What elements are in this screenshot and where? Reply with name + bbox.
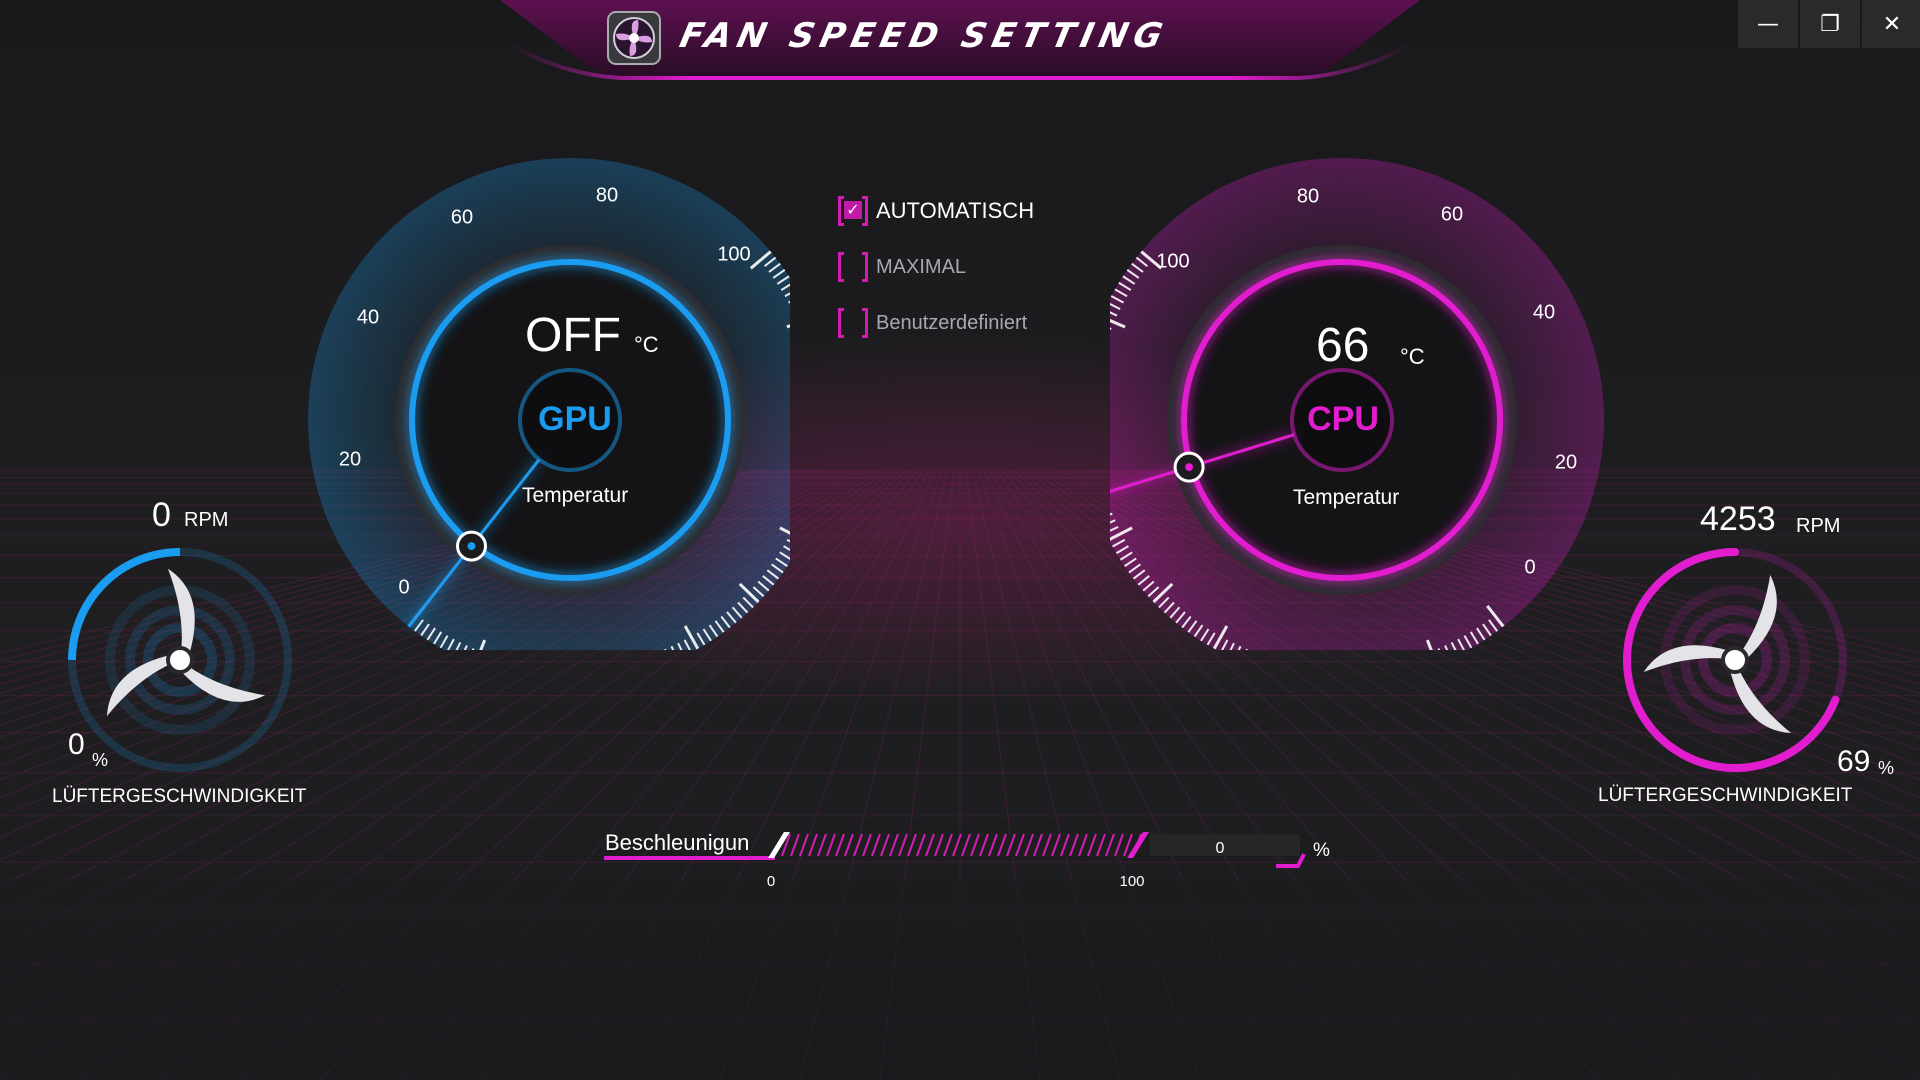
acceleration-label: Beschleunigun <box>605 830 750 855</box>
close-button[interactable]: ✕ <box>1862 0 1920 48</box>
restore-icon: ❐ <box>1820 11 1840 37</box>
acceleration-max-label: 100 <box>1119 873 1145 890</box>
gpu-temperature-gauge <box>308 158 790 650</box>
cpu-chip-label: CPU <box>1307 400 1379 438</box>
close-icon: ✕ <box>1882 11 1902 37</box>
cpu-fan-percent-unit: % <box>1878 758 1895 778</box>
gpu-fan-percent-value: 0 <box>68 728 85 761</box>
cpu-temperature-caption: Temperatur <box>1293 486 1400 509</box>
gpu-tick-label: 100 <box>717 243 751 266</box>
gpu-tick-label: 80 <box>595 184 619 207</box>
gpu-tick-label: 0 <box>398 576 410 599</box>
fan-hub <box>1721 646 1749 674</box>
acceleration-unit: % <box>1313 840 1330 861</box>
minimize-button[interactable]: — <box>1738 0 1798 48</box>
gauge-needle-dot <box>467 542 476 551</box>
mode-automatisch-label: AUTOMATISCH <box>876 198 1035 223</box>
gpu-tick-label: 20 <box>338 448 362 471</box>
fan-hub <box>166 646 194 674</box>
checkmark-icon: ✓ <box>844 201 862 219</box>
gauge-needle-dot <box>1185 463 1194 472</box>
mode-maximal-label: MAXIMAL <box>876 255 967 278</box>
cpu-fan-speed-caption: LÜFTERGESCHWINDIGKEIT <box>1598 785 1853 806</box>
gpu-temperature-unit: °C <box>634 332 659 357</box>
cpu-fan-rpm-value: 4253 <box>1700 500 1776 538</box>
cpu-tick-label: 60 <box>1440 203 1464 226</box>
fan-logo-icon <box>607 11 661 65</box>
gpu-fan-rpm-value: 0 <box>152 496 171 534</box>
gpu-chip-label: GPU <box>538 400 612 438</box>
cpu-fan-speed-ring <box>1623 548 1847 772</box>
gpu-temperature-value: OFF <box>525 309 621 362</box>
cpu-fan-rpm-unit: RPM <box>1796 515 1841 537</box>
gpu-tick-label: 40 <box>356 306 380 329</box>
acceleration-min-label: 0 <box>766 873 776 890</box>
mode-maximal[interactable]: MAXIMAL <box>838 250 966 284</box>
gpu-temperature-caption: Temperatur <box>522 484 629 507</box>
cpu-temperature-gauge <box>1110 158 1604 650</box>
cpu-temperature-unit: °C <box>1400 344 1425 369</box>
gpu-fan-percent-unit: % <box>92 750 109 770</box>
cpu-tick-label: 40 <box>1532 301 1556 324</box>
fan-speed-arc <box>68 548 181 661</box>
cpu-tick-label: 20 <box>1554 451 1578 474</box>
mode-automatisch-checkbox[interactable]: ✓ <box>838 196 868 226</box>
cpu-tick-label: 0 <box>1524 556 1536 579</box>
cpu-temperature-value: 66 <box>1316 319 1370 372</box>
cpu-tick-label: 100 <box>1156 250 1190 273</box>
restore-button[interactable]: ❐ <box>1800 0 1860 48</box>
mode-automatisch[interactable]: ✓ AUTOMATISCH <box>838 194 1034 228</box>
mode-benutzerdefiniert-label: Benutzerdefiniert <box>876 311 1028 334</box>
gpu-tick-label: 60 <box>450 206 474 229</box>
mode-maximal-checkbox[interactable] <box>838 252 868 282</box>
gpu-fan-speed-ring <box>68 548 292 772</box>
gpu-fan-speed-caption: LÜFTERGESCHWINDIGKEIT <box>52 786 307 807</box>
acceleration-value-input[interactable]: 0 <box>1205 840 1235 858</box>
gpu-fan-rpm-unit: RPM <box>184 509 229 531</box>
fan-speed-window: FAN SPEED SETTING — ❐ ✕ OFF °C GPU Tempe… <box>0 0 1920 1080</box>
minimize-icon: — <box>1757 11 1779 37</box>
mode-benutzerdefiniert[interactable]: Benutzerdefiniert <box>838 306 1027 340</box>
cpu-tick-label: 80 <box>1296 185 1320 208</box>
mode-benutzerdefiniert-checkbox[interactable] <box>838 308 868 338</box>
app-title: FAN SPEED SETTING <box>676 16 1172 56</box>
cpu-fan-percent-value: 69 <box>1837 745 1871 778</box>
